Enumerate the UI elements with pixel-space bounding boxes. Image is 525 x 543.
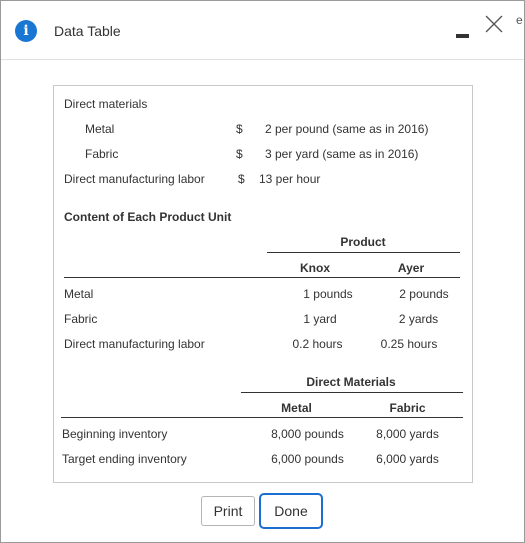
close-icon[interactable]: [483, 13, 505, 35]
row-label: Target ending inventory: [62, 452, 187, 466]
print-button[interactable]: Print: [201, 496, 255, 526]
cell-metal: 6,000 pounds: [271, 452, 344, 466]
direct-materials-label: Direct materials: [64, 97, 148, 111]
price-value-metal: 2 per pound (same as in 2016): [265, 122, 429, 136]
cell-ayer: 0.25 hours: [380, 337, 438, 351]
divider: [267, 252, 460, 253]
column-header-ayer: Ayer: [397, 261, 425, 275]
price-value-labor: 13 per hour: [259, 172, 321, 186]
column-header-metal: Metal: [281, 401, 312, 415]
done-button[interactable]: Done: [259, 493, 323, 529]
cell-knox: 1 yard: [303, 312, 337, 326]
edge-text: e: [516, 13, 523, 27]
data-table-dialog: i Data Table e Direct materials Metal $ …: [0, 0, 525, 543]
cell-fabric: 8,000 yards: [376, 427, 439, 441]
dialog-title: Data Table: [54, 23, 121, 39]
column-header-fabric: Fabric: [389, 401, 426, 415]
divider: [61, 417, 463, 418]
divider: [241, 392, 463, 393]
info-icon: i: [15, 20, 37, 42]
cell-fabric: 6,000 yards: [376, 452, 439, 466]
dollar-sign: $: [238, 172, 245, 186]
row-label: Beginning inventory: [62, 427, 168, 441]
direct-materials-group-header: Direct Materials: [306, 375, 396, 389]
price-label-labor: Direct manufacturing labor: [64, 172, 205, 186]
minimize-button[interactable]: [456, 34, 469, 38]
price-label-metal: Metal: [85, 122, 115, 136]
dollar-sign: $: [236, 147, 243, 161]
row-label: Fabric: [64, 312, 98, 326]
cell-knox: 0.2 hours: [292, 337, 343, 351]
cell-metal: 8,000 pounds: [271, 427, 344, 441]
cell-ayer: 2 pounds: [399, 287, 449, 301]
data-table-content: [53, 85, 473, 483]
row-label: Direct manufacturing labor: [64, 337, 205, 351]
cell-ayer: 2 yards: [398, 312, 439, 326]
row-label: Metal: [64, 287, 94, 301]
divider: [64, 277, 460, 278]
dollar-sign: $: [236, 122, 243, 136]
title-bar: i Data Table e: [1, 1, 524, 60]
price-label-fabric: Fabric: [85, 147, 119, 161]
product-group-header: Product: [340, 235, 386, 249]
section-heading: Content of Each Product Unit: [64, 210, 232, 224]
column-header-knox: Knox: [300, 261, 330, 275]
price-value-fabric: 3 per yard (same as in 2016): [265, 147, 419, 161]
